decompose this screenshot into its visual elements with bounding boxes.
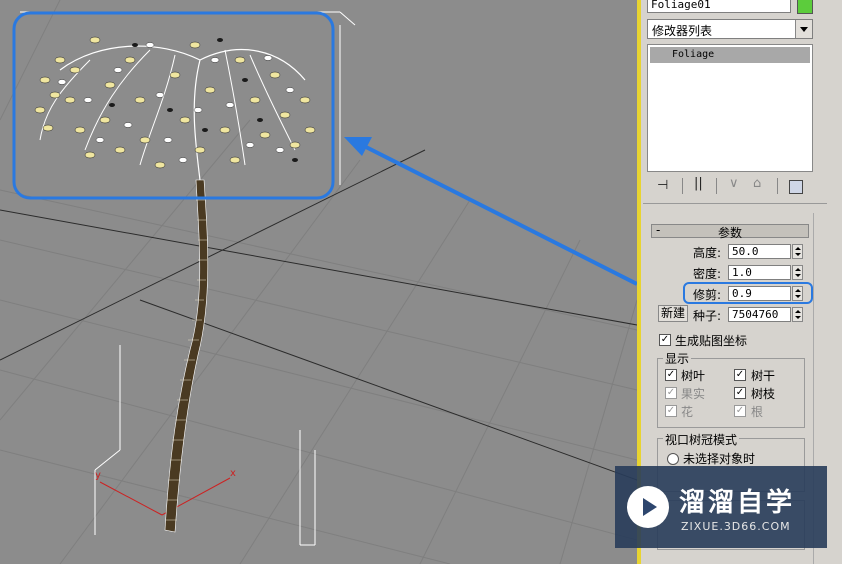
viewport-scene: y x bbox=[0, 0, 637, 564]
stack-item-foliage[interactable]: Foliage bbox=[650, 47, 810, 63]
chevron-down-icon[interactable] bbox=[795, 20, 812, 38]
remove-modifier-icon[interactable]: ⌂ bbox=[753, 176, 761, 191]
height-field[interactable]: 50.0 bbox=[728, 244, 791, 259]
show-end-result-icon[interactable]: || bbox=[694, 176, 703, 191]
toolbar-divider bbox=[716, 178, 717, 194]
density-spinner[interactable] bbox=[792, 265, 803, 280]
display-group bbox=[657, 358, 805, 428]
gen-mapping-checkbox[interactable]: ✓ bbox=[659, 334, 671, 346]
tree-foliage bbox=[34, 36, 316, 181]
height-label: 高度: bbox=[693, 246, 722, 260]
canopy-mode-title: 视口树冠模式 bbox=[663, 431, 740, 448]
annotation-arrow bbox=[344, 137, 637, 286]
seed-spinner[interactable] bbox=[792, 307, 803, 322]
height-spinner[interactable] bbox=[792, 244, 803, 259]
foliage-highlight-box bbox=[12, 11, 335, 200]
watermark: 溜溜自学 ZIXUE.3D66.COM bbox=[615, 466, 827, 548]
fruit-label: 果实 bbox=[681, 387, 706, 401]
prune-spinner[interactable] bbox=[792, 286, 803, 301]
flowers-label: 花 bbox=[681, 405, 694, 419]
svg-text:y: y bbox=[95, 470, 101, 481]
roots-label: 根 bbox=[751, 405, 764, 419]
play-logo-icon bbox=[627, 486, 669, 528]
prune-label: 修剪: bbox=[693, 288, 722, 302]
roots-checkbox[interactable]: ✓ bbox=[734, 405, 746, 417]
rollout-header-parameters[interactable]: - 参数 bbox=[651, 223, 809, 240]
fruit-checkbox[interactable]: ✓ bbox=[665, 387, 677, 399]
watermark-brand: 溜溜自学 bbox=[679, 488, 796, 518]
new-seed-button[interactable]: 新建 bbox=[658, 305, 688, 322]
flowers-checkbox[interactable]: ✓ bbox=[665, 405, 677, 417]
configure-modifier-sets-icon[interactable] bbox=[789, 180, 803, 194]
toolbar-divider bbox=[682, 178, 683, 194]
bounding-box bbox=[20, 11, 356, 546]
perspective-viewport[interactable]: y x bbox=[0, 0, 637, 564]
toolbar-divider bbox=[777, 178, 778, 194]
prune-field[interactable]: 0.9 bbox=[728, 286, 791, 301]
density-label: 密度: bbox=[693, 267, 722, 281]
panel-separator bbox=[643, 203, 827, 204]
watermark-url: ZIXUE.3D66.COM bbox=[681, 520, 791, 533]
canopy-option-label: 未选择对象时 bbox=[683, 452, 756, 466]
branches-checkbox[interactable]: ✓ bbox=[734, 387, 746, 399]
pin-stack-icon[interactable]: ⊣ bbox=[657, 178, 668, 193]
modifier-list-dropdown[interactable]: 修改器列表 bbox=[647, 19, 813, 39]
trunk-checkbox[interactable]: ✓ bbox=[734, 369, 746, 381]
display-group-title: 显示 bbox=[663, 350, 692, 367]
density-field[interactable]: 1.0 bbox=[728, 265, 791, 280]
object-color-swatch[interactable] bbox=[797, 0, 813, 14]
tree-trunk bbox=[164, 179, 209, 533]
trunk-label: 树干 bbox=[751, 369, 776, 383]
branches-label: 树枝 bbox=[751, 387, 776, 401]
canopy-option-radio[interactable] bbox=[667, 453, 679, 465]
seed-label: 种子: bbox=[693, 309, 722, 323]
leaves-checkbox[interactable]: ✓ bbox=[665, 369, 677, 381]
make-unique-icon[interactable]: ∨ bbox=[729, 176, 739, 191]
svg-text:x: x bbox=[230, 468, 236, 479]
leaves-label: 树叶 bbox=[681, 369, 706, 383]
object-name-field[interactable]: Foliage01 bbox=[647, 0, 791, 13]
gen-mapping-label: 生成贴图坐标 bbox=[675, 334, 748, 348]
modifier-stack[interactable]: Foliage bbox=[647, 44, 813, 172]
seed-field[interactable]: 7504760 bbox=[728, 307, 791, 322]
